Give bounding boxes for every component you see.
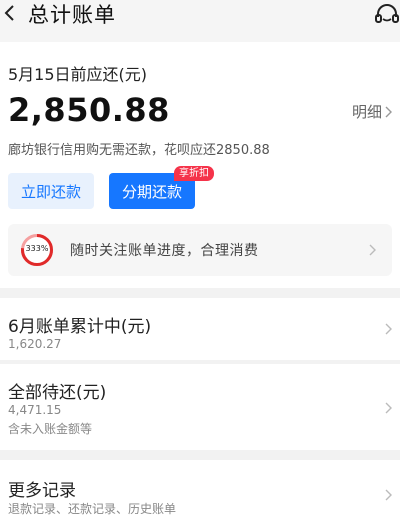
chevron-right-icon (385, 106, 392, 117)
tip-text: 随时关注账单进度，合理消费 (70, 243, 259, 259)
bill-note: 廊坊银行信用购无需还款，花呗应还2850.88 (8, 143, 270, 158)
chevron-right-icon (385, 402, 392, 414)
gauge-value: 333% (25, 244, 49, 253)
customer-service-icon[interactable] (374, 3, 400, 27)
detail-label: 明细 (351, 103, 382, 121)
repay-now-button[interactable]: 立即还款 (8, 173, 94, 209)
detail-link[interactable]: 明细 (352, 101, 392, 122)
bill-summary-card: 5月15日前应还(元) 2,850.88 明细 廊坊银行信用购无需还款，花呗应还… (0, 42, 400, 288)
total-pending-title: 全部待还(元) (8, 383, 107, 403)
total-pending-row[interactable]: 全部待还(元) 4,471.15 含未入账金额等 (0, 364, 400, 450)
spending-tip-banner[interactable]: 333% 随时关注账单进度，合理消费 (8, 224, 392, 276)
more-records-subtitle: 退款记录、还款记录、历史账单 (8, 502, 177, 516)
total-pending-amount: 4,471.15 (8, 403, 62, 417)
more-records-row[interactable]: 更多记录 退款记录、还款记录、历史账单 (0, 460, 400, 530)
chevron-right-icon (369, 244, 376, 256)
chevron-left-icon[interactable] (2, 3, 18, 23)
june-bill-amount: 1,620.27 (8, 337, 62, 351)
discount-badge: 享折扣 (174, 166, 214, 181)
total-pending-note: 含未入账金额等 (8, 422, 93, 436)
page-title: 总计账单 (28, 3, 116, 27)
june-bill-row[interactable]: 6月账单累计中(元) 1,620.27 (0, 298, 400, 360)
due-label: 5月15日前应还(元) (8, 65, 148, 84)
chevron-right-icon (385, 323, 392, 335)
header-bar: 总计账单 (0, 0, 400, 42)
more-records-title: 更多记录 (8, 481, 76, 501)
due-amount: 2,850.88 (8, 91, 170, 129)
chevron-right-icon (385, 489, 392, 501)
june-bill-title: 6月账单累计中(元) (8, 317, 152, 337)
